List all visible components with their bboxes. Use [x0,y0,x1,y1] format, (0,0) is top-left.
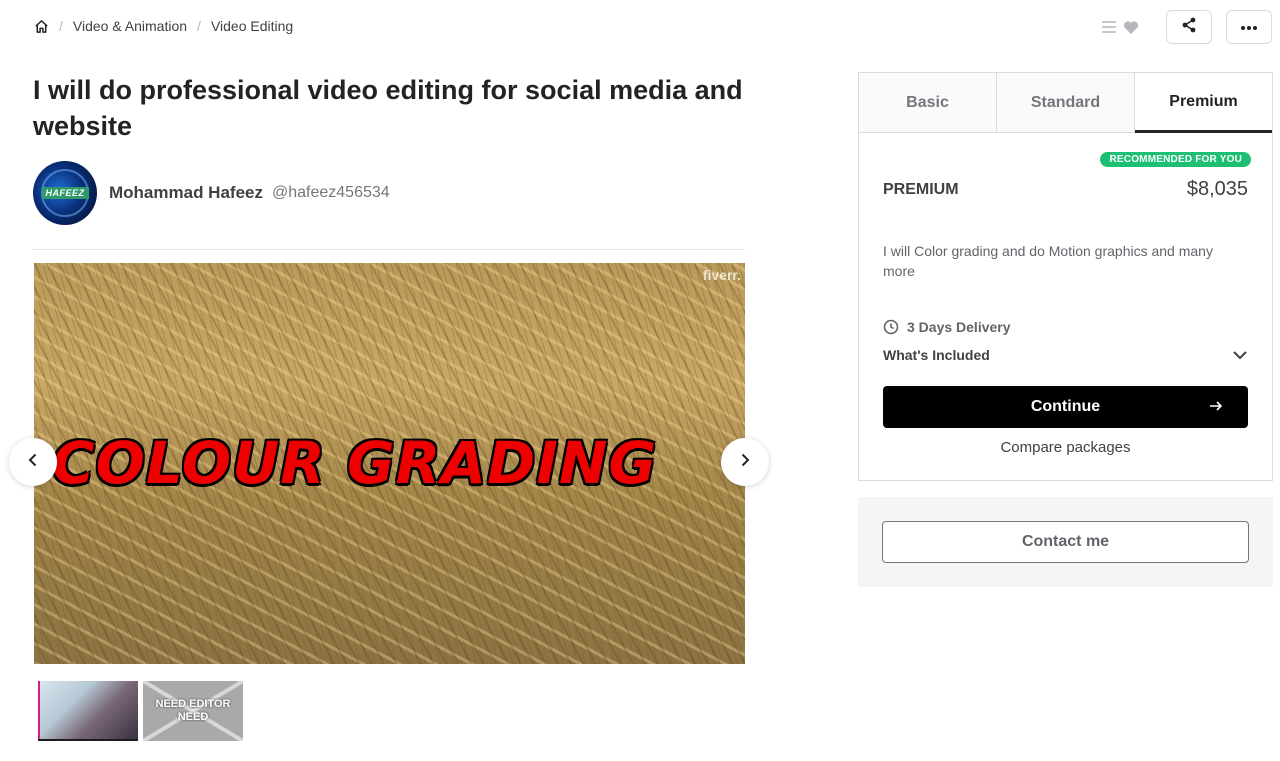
gallery-prev-button[interactable] [9,438,57,486]
seller-overview: HAFEEZ Mohammad Hafeez @hafeez456534 [33,161,390,225]
share-button[interactable] [1166,10,1212,44]
package-name: PREMIUM [883,180,959,198]
seller-avatar[interactable]: HAFEEZ [33,161,97,225]
chevron-left-icon [27,453,39,472]
more-options-button[interactable] [1226,10,1272,44]
package-header: PREMIUM $8,035 [883,178,1248,201]
package-price: $8,035 [1186,178,1248,200]
home-icon[interactable] [33,18,49,34]
chevron-right-icon [739,453,751,472]
image-overlay-text: COLOUR GRADING [52,429,658,497]
recommended-badge: RECOMMENDED FOR YOU [1100,152,1251,167]
whats-included-label: What's Included [883,347,990,363]
contact-me-button[interactable]: Contact me [882,521,1249,563]
clock-icon [883,319,899,335]
gallery-thumbnails: NEED EDITOR NEED [38,681,248,741]
continue-button[interactable]: Continue [883,386,1248,428]
contact-card: Contact me [858,497,1273,587]
list-icon[interactable] [1100,18,1118,36]
breadcrumb-item-video-editing[interactable]: Video Editing [211,18,293,34]
gallery-thumbnail[interactable] [38,681,138,741]
more-icon [1240,18,1258,36]
tab-standard[interactable]: Standard [997,73,1135,132]
gig-title: I will do professional video editing for… [33,75,743,141]
delivery-label: 3 Days Delivery [907,319,1011,335]
thumbnail-label: NEED EDITOR NEED [155,698,231,723]
breadcrumb-separator: / [197,18,201,34]
share-icon [1181,17,1197,38]
arrow-right-icon [1208,398,1224,414]
package-description: I will Color grading and do Motion graph… [883,243,1213,279]
gallery-next-button[interactable] [721,438,769,486]
tab-basic[interactable]: Basic [859,73,997,132]
gallery-thumbnail[interactable]: NEED EDITOR NEED [143,681,243,741]
gallery-main-image[interactable]: fiverr. COLOUR GRADING [34,263,745,664]
package-tabs: Basic Standard Premium [859,73,1272,133]
tab-premium[interactable]: Premium [1135,73,1272,133]
compare-packages-link[interactable]: Compare packages [859,439,1272,456]
chevron-down-icon [1232,347,1248,363]
save-to-list-group[interactable] [1096,18,1140,36]
avatar-logo-text: HAFEEZ [41,187,89,199]
breadcrumb: / Video & Animation / Video Editing [33,16,293,36]
seller-name[interactable]: Mohammad Hafeez [109,183,263,203]
package-card: Basic Standard Premium RECOMMENDED FOR Y… [858,72,1273,481]
whats-included-toggle[interactable]: What's Included [883,347,1248,363]
delivery-time: 3 Days Delivery [883,319,1011,335]
breadcrumb-item-video-animation[interactable]: Video & Animation [73,18,187,34]
heart-icon[interactable] [1122,18,1140,36]
top-actions [1096,10,1272,44]
breadcrumb-separator: / [59,18,63,34]
seller-handle: @hafeez456534 [271,184,390,201]
continue-label: Continue [1030,398,1101,415]
fiverr-watermark: fiverr. [702,267,741,283]
